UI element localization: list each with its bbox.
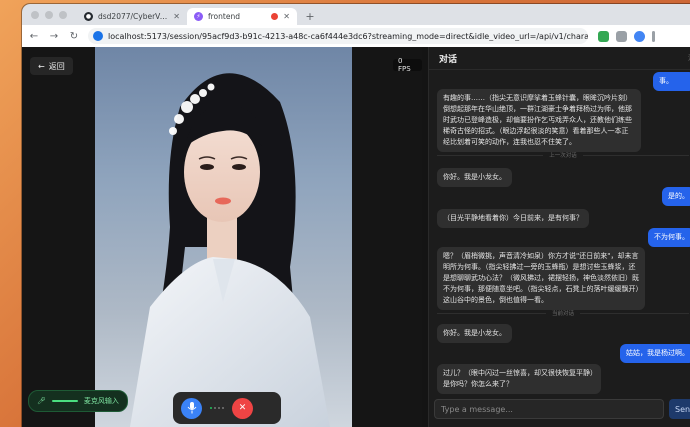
send-button[interactable]: Send xyxy=(669,399,690,419)
avatar-video xyxy=(95,47,352,427)
url-text: localhost:5173/session/95acf9d3-b91c-421… xyxy=(108,31,588,41)
hang-up-button[interactable]: ✕ xyxy=(232,397,253,419)
mic-toggle-button[interactable] xyxy=(181,397,202,419)
message-ai: （目光平静地看着你）今日前来，是有何事？ xyxy=(437,209,589,228)
call-controls: ✕ xyxy=(173,392,281,424)
tab-github[interactable]: ● dsd2077/CyberVerse: Cyber ✕ xyxy=(77,8,187,25)
history-divider: 上一次对话 xyxy=(437,151,689,159)
back-button[interactable]: ← 返回 xyxy=(30,57,73,75)
tab-strip: ● dsd2077/CyberVerse: Cyber ✕ ⚡ frontend… xyxy=(22,4,690,25)
tab-title: dsd2077/CyberVerse: Cyber xyxy=(98,12,168,21)
site-info-icon[interactable] xyxy=(93,31,103,41)
avatar-portrait-image xyxy=(130,73,330,427)
chat-title: 对话 xyxy=(439,54,458,65)
close-window-button[interactable] xyxy=(31,11,39,19)
minimize-window-button[interactable] xyxy=(45,11,53,19)
new-tab-button[interactable]: + xyxy=(303,9,317,23)
reload-icon[interactable]: ↻ xyxy=(66,31,82,42)
message-user: 姑姑，我是杨过啊。 xyxy=(620,344,690,363)
back-arrow-icon[interactable]: ← xyxy=(26,31,42,42)
message-user: 事。 xyxy=(653,72,690,91)
message-ai: 你好。我是小龙女。 xyxy=(437,324,512,343)
mic-level-bar xyxy=(51,400,78,402)
tab-title: frontend xyxy=(208,12,240,21)
user-icon[interactable] xyxy=(634,30,645,42)
record-icon xyxy=(271,13,279,20)
chat-header: 对话 清 xyxy=(429,47,690,70)
microphone-icon xyxy=(187,402,196,414)
mic-input-label: 麦克风输入 xyxy=(83,397,119,405)
close-tab-icon[interactable]: ✕ xyxy=(173,12,180,21)
tab-frontend[interactable]: ⚡ frontend ✕ xyxy=(187,8,297,25)
extension-icons xyxy=(598,30,655,42)
message-user: 是的。 xyxy=(662,187,690,206)
audio-level-dots xyxy=(210,407,224,409)
microphone-icon: 🎤︎ xyxy=(37,397,46,405)
app-content: ← 返回 0 FPS 🎤︎ 麦克风输入 ✕ 对话 事。 有趣的事……（指尖无意识… xyxy=(22,47,690,427)
address-toolbar: ← → ↻ localhost:5173/session/95acf9d3-b9… xyxy=(22,25,690,48)
chat-panel: 对话 清 事。 有趣的事……（指尖无意识摩挲着玉蜂针囊，眼眸沉吟片刻）倒想起那年… xyxy=(428,47,690,427)
video-stage: ← 返回 0 FPS 🎤︎ 麦克风输入 ✕ xyxy=(22,47,422,427)
message-ai: 你好。我是小龙女。 xyxy=(437,168,512,187)
vite-icon: ⚡ xyxy=(194,12,203,21)
maximize-window-button[interactable] xyxy=(59,11,67,19)
extension-icon[interactable] xyxy=(598,30,609,42)
arrow-left-icon: ← xyxy=(38,61,45,71)
divider-label: 上一次对话 xyxy=(549,153,577,159)
message-ai: 嗯？（眉梢微挑，声音清冷如泉）你方才说"还日前来"，却未言明所为何事。（指尖轻拂… xyxy=(437,247,645,310)
back-label: 返回 xyxy=(48,61,65,71)
message-ai: 有趣的事……（指尖无意识摩挲着玉蜂针囊，眼眸沉吟片刻）倒想起那年在华山绝顶，一群… xyxy=(437,89,641,152)
message-input[interactable]: Type a message... xyxy=(434,399,664,419)
fps-counter: 0 FPS xyxy=(393,57,422,73)
address-bar[interactable]: localhost:5173/session/95acf9d3-b91c-421… xyxy=(88,28,588,44)
menu-icon[interactable] xyxy=(652,30,655,42)
message-ai: 过儿？（眼中闪过一丝惊喜，却又很快恢复平静）是你吗？你怎么来了？ xyxy=(437,364,601,394)
current-divider: 当前对话 xyxy=(437,309,689,317)
mic-input-indicator[interactable]: 🎤︎ 麦克风输入 xyxy=(28,390,128,412)
window-controls xyxy=(22,11,77,25)
forward-arrow-icon[interactable]: → xyxy=(46,31,62,42)
github-icon: ● xyxy=(84,12,93,21)
puzzle-icon[interactable] xyxy=(616,30,627,42)
divider-label: 当前对话 xyxy=(552,311,575,317)
message-user: 不为何事。 xyxy=(648,228,690,247)
close-tab-icon[interactable]: ✕ xyxy=(283,12,290,21)
browser-window: ● dsd2077/CyberVerse: Cyber ✕ ⚡ frontend… xyxy=(22,4,690,427)
